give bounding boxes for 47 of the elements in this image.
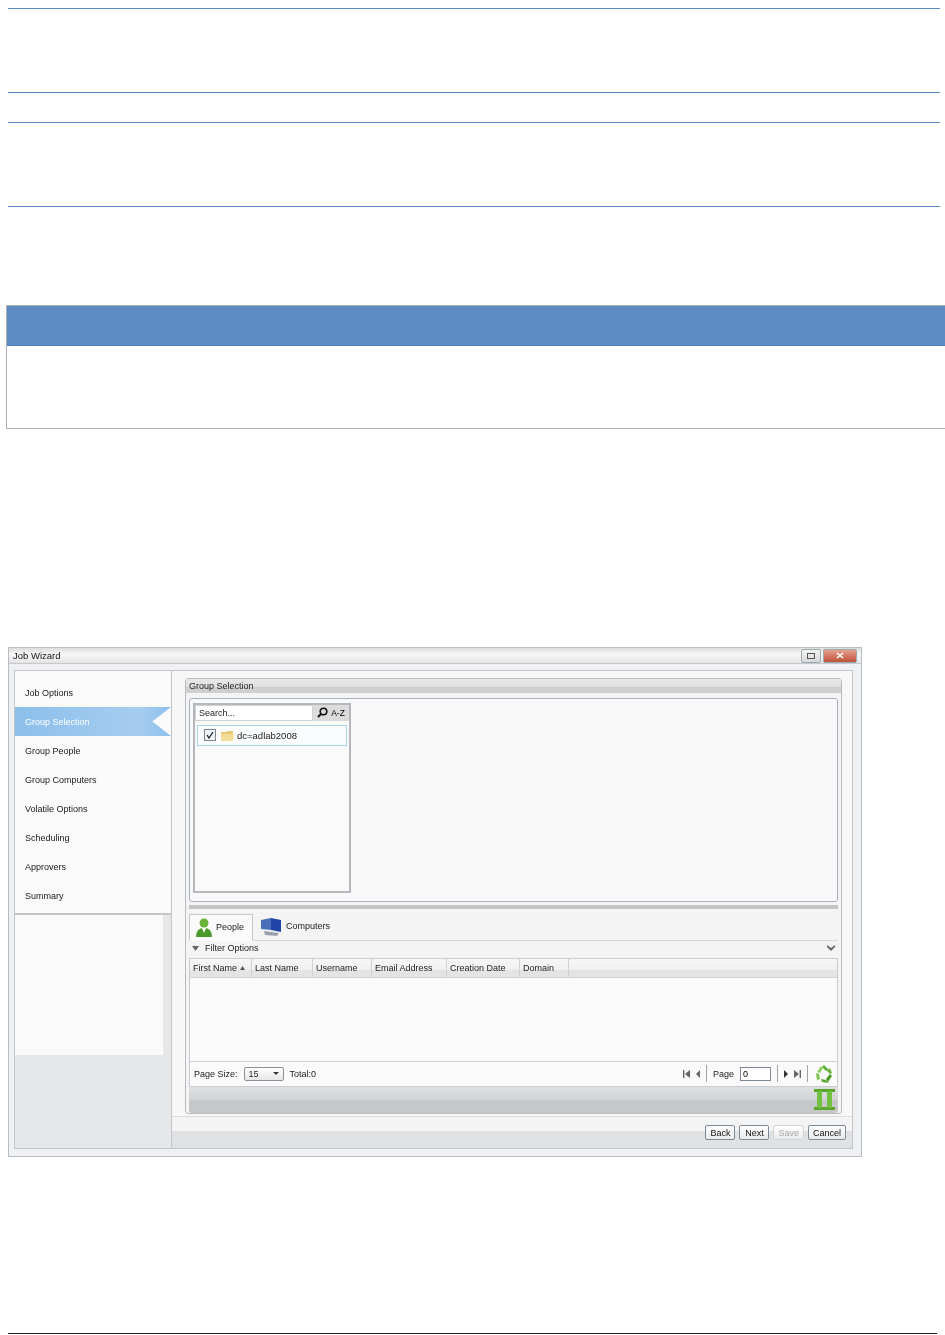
tab[interactable]: Computers: [253, 912, 340, 940]
search-icon: [317, 707, 329, 719]
next-page-icon[interactable]: [784, 1069, 788, 1078]
caret-icon: [192, 945, 199, 951]
last-page-icon[interactable]: [794, 1069, 801, 1078]
panel-header: Group Selection: [186, 679, 841, 693]
tab[interactable]: People: [189, 913, 254, 941]
column-header[interactable]: Creation Date: [447, 958, 520, 977]
wizard-step[interactable]: Scheduling: [15, 823, 171, 852]
refresh-icon[interactable]: [814, 1063, 834, 1084]
column-header[interactable]: Domain: [520, 958, 569, 977]
sort-icon: [240, 965, 245, 970]
person-icon: [195, 917, 213, 937]
page-field[interactable]: 0: [740, 1066, 771, 1081]
column-header[interactable]: Last Name: [252, 958, 313, 977]
filter-toggle[interactable]: Filter Options: [192, 943, 259, 954]
wizard-button[interactable]: Cancel: [808, 1125, 846, 1140]
first-page-icon[interactable]: [682, 1069, 690, 1078]
wizard-step[interactable]: Job Options: [15, 678, 171, 707]
close-icon: [836, 652, 844, 659]
folder-icon: [221, 729, 234, 741]
window-title: Job Wizard: [13, 650, 61, 661]
close-button[interactable]: [823, 648, 857, 663]
computer-icon: [259, 916, 284, 936]
wizard-step[interactable]: Group Computers: [15, 765, 171, 794]
wizard-button[interactable]: Back: [705, 1125, 736, 1140]
wizard-step[interactable]: Summary: [15, 881, 171, 910]
page-size-label: Page Size:: [194, 1068, 238, 1079]
tree-item[interactable]: dc=adlab2008: [197, 724, 347, 746]
previous-page-icon[interactable]: [695, 1069, 700, 1078]
column-header[interactable]: Email Address: [372, 958, 447, 977]
wizard-step[interactable]: Group People: [15, 736, 171, 765]
chevron-icon[interactable]: [827, 945, 835, 952]
caret-icon: [272, 1072, 279, 1076]
restore-icon: [807, 652, 815, 659]
wizard-button[interactable]: Next: [739, 1125, 770, 1140]
page-label: Page: [712, 1068, 734, 1079]
wizard-step[interactable]: Volatile Options: [15, 794, 171, 823]
restore-button[interactable]: [801, 648, 821, 663]
checkbox[interactable]: [204, 729, 216, 742]
column-header[interactable]: First Name: [190, 958, 252, 977]
page-size-select[interactable]: 15: [243, 1066, 284, 1081]
search-field[interactable]: Search...: [195, 704, 313, 721]
sort-button[interactable]: A-Z: [313, 704, 349, 721]
total-count: Total:0: [289, 1068, 317, 1079]
column-header[interactable]: Username: [313, 958, 372, 977]
wizard-step[interactable]: Approvers: [15, 852, 171, 881]
